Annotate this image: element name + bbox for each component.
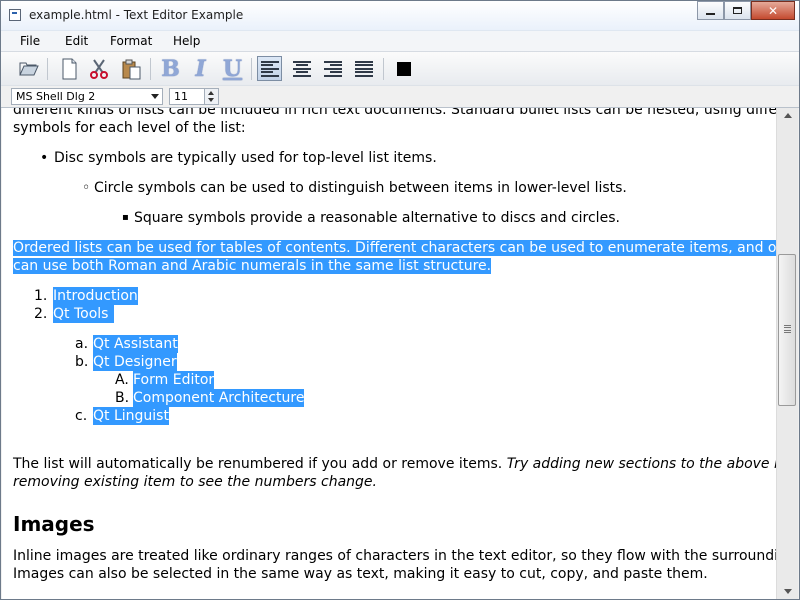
cut-off-line: different kinds of lists can be included… (13, 108, 776, 118)
scroll-down-icon[interactable] (784, 589, 792, 594)
window-controls: ✕ (697, 1, 795, 21)
align-center-icon (292, 60, 311, 77)
text-editor[interactable]: different kinds of lists can be included… (2, 108, 776, 599)
selected-paragraph: can use both Roman and Arabic numerals i… (13, 257, 767, 275)
underline-button[interactable]: U (220, 55, 245, 82)
minimize-icon (706, 12, 715, 15)
font-size-value: 11 (174, 90, 188, 103)
maximize-icon (733, 7, 742, 14)
window-title: example.html - Text Editor Example (29, 8, 244, 22)
scroll-up-icon[interactable] (784, 113, 792, 118)
paragraph: removing existing item to see the number… (13, 473, 767, 491)
list-item: Qt Linguist (93, 407, 169, 425)
list-item: Qt Designer (93, 353, 177, 371)
align-center-button[interactable] (289, 56, 314, 81)
menu-help[interactable]: Help (173, 34, 200, 48)
new-button[interactable] (56, 56, 81, 81)
menu-format[interactable]: Format (110, 34, 152, 48)
align-left-icon (260, 60, 279, 77)
paragraph: The list will automatically be renumbere… (13, 455, 776, 473)
cut-button[interactable] (86, 56, 111, 81)
list-marker: c. (75, 408, 88, 424)
paragraph: Images can also be selected in the same … (13, 566, 708, 582)
list-marker: b. (75, 354, 89, 370)
toolbar-separator (251, 58, 252, 80)
menu-bar: File Edit Format Help (1, 31, 799, 52)
grip-icon (784, 325, 791, 333)
italic-text: removing existing item to see the number… (13, 474, 377, 490)
images-heading: Images (13, 512, 95, 536)
open-icon (18, 62, 39, 75)
open-button[interactable] (16, 56, 41, 81)
disc-bullet-icon: • (40, 150, 49, 166)
list-item: Qt Assistant (93, 335, 178, 353)
list-item: Square symbols provide a reasonable alte… (134, 210, 620, 226)
align-right-button[interactable] (320, 56, 345, 81)
italic-text: Try adding new sections to the above lis… (506, 456, 776, 472)
font-family-value: MS Shell Dlg 2 (16, 90, 96, 103)
spin-down-icon[interactable] (208, 98, 214, 102)
list-item: Form Editor (133, 371, 215, 389)
font-family-combo[interactable]: MS Shell Dlg 2 (11, 88, 163, 105)
spin-buttons[interactable] (204, 89, 218, 104)
bold-icon: B (161, 55, 180, 82)
list-item: Component Architecture (133, 389, 305, 407)
selected-text: Ordered lists can be used for tables of … (13, 240, 776, 256)
align-left-button[interactable] (257, 56, 282, 81)
app-icon[interactable] (9, 9, 21, 21)
italic-icon: I (195, 55, 206, 82)
font-size-spinbox[interactable]: 11 (169, 88, 219, 105)
list-marker: 2. (34, 306, 48, 322)
selected-paragraph: Ordered lists can be used for tables of … (13, 239, 776, 257)
paste-button[interactable] (118, 56, 143, 81)
paragraph: Inline images are treated like ordinary … (13, 548, 776, 564)
selected-text: can use both Roman and Arabic numerals i… (13, 258, 492, 274)
chevron-down-icon (151, 94, 159, 99)
align-right-icon (323, 60, 342, 77)
circle-bullet-icon: ◦ (82, 180, 91, 196)
list-item: Qt Tools (53, 305, 115, 323)
cut-icon (89, 58, 108, 79)
justify-icon (354, 60, 373, 77)
scrollbar-thumb[interactable] (778, 254, 796, 406)
underline-icon: U (222, 55, 243, 82)
toolbar-separator (150, 58, 151, 80)
menu-edit[interactable]: Edit (65, 34, 88, 48)
toolbar: B I U (1, 52, 799, 86)
app-window: example.html - Text Editor Example ✕ Fil… (0, 0, 800, 600)
spin-up-icon[interactable] (208, 91, 214, 95)
text-color-button[interactable] (391, 56, 416, 81)
color-swatch-icon (396, 61, 411, 76)
title-bar[interactable]: example.html - Text Editor Example ✕ (1, 1, 799, 31)
paste-icon (122, 59, 140, 79)
paragraph-text: The list will automatically be renumbere… (13, 456, 503, 472)
maximize-button[interactable] (724, 1, 751, 20)
list-marker: 1. (34, 288, 48, 304)
bold-button[interactable]: B (158, 55, 183, 82)
italic-button[interactable]: I (188, 55, 213, 82)
close-icon: ✕ (767, 3, 779, 18)
vertical-scrollbar[interactable] (776, 108, 798, 599)
toolbar-separator (47, 58, 48, 80)
close-button[interactable]: ✕ (751, 1, 795, 20)
minimize-button[interactable] (697, 1, 724, 20)
list-item: Disc symbols are typically used for top-… (54, 150, 437, 166)
new-icon (62, 58, 76, 79)
list-marker: A. (115, 372, 129, 388)
list-marker: B. (115, 390, 130, 406)
menu-file[interactable]: File (20, 34, 40, 48)
list-marker: a. (75, 336, 89, 352)
square-bullet-icon: ▪ (122, 212, 129, 223)
toolbar-separator (383, 58, 384, 80)
justify-button[interactable] (351, 56, 376, 81)
list-item: Introduction (53, 287, 138, 305)
font-toolbar: MS Shell Dlg 2 11 (1, 86, 799, 108)
list-item: Circle symbols can be used to distinguis… (94, 180, 627, 196)
paragraph: symbols for each level of the list: (13, 120, 246, 136)
